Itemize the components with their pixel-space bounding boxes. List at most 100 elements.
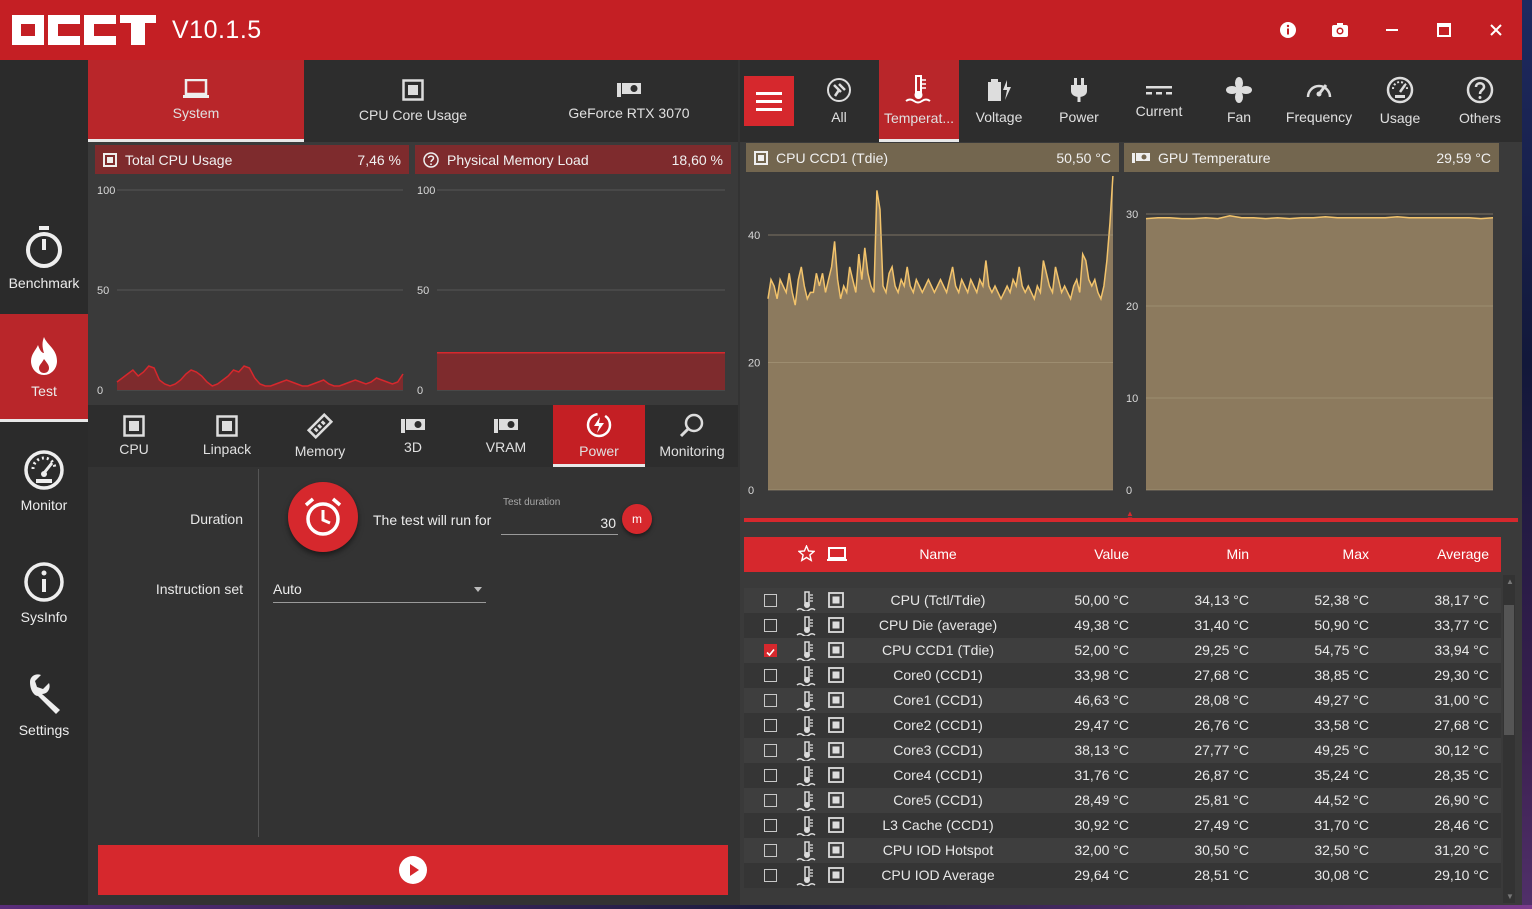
row-checkbox[interactable] [764, 719, 777, 732]
dc-current-icon [1146, 86, 1172, 95]
minimize-button[interactable] [1366, 0, 1418, 60]
tab-vram[interactable]: VRAM [460, 405, 552, 467]
tab-label: Fan [1226, 109, 1252, 125]
chip-icon[interactable] [828, 592, 844, 608]
tab-memory[interactable]: Memory [274, 405, 366, 467]
tab-temperature[interactable]: Temperat... [879, 60, 959, 142]
chip-icon[interactable] [828, 667, 844, 683]
row-checkbox[interactable] [764, 669, 777, 682]
memory-icon [307, 413, 333, 439]
sensor-average: 29,30 °C [1434, 667, 1489, 683]
nav-test[interactable]: Test [0, 314, 88, 422]
table-row[interactable]: L3 Cache (CCD1) 30,92 °C 27,49 °C 31,70 °C 2… [744, 813, 1501, 838]
row-checkbox[interactable] [764, 794, 777, 807]
chip-icon[interactable] [828, 792, 844, 808]
chip-icon[interactable] [828, 742, 844, 758]
table-row[interactable]: CPU IOD Average 29,64 °C 28,51 °C 30,08 °C 2… [744, 863, 1501, 888]
tab-frequency[interactable]: Frequency [1279, 60, 1359, 142]
table-row[interactable]: CPU Die (average) 49,38 °C 31,40 °C 50,90 °… [744, 613, 1501, 638]
thermometer-icon [796, 866, 816, 886]
tab-linpack[interactable]: Linpack [181, 405, 273, 467]
screenshot-button[interactable] [1314, 0, 1366, 60]
chevron-down-icon [474, 587, 482, 592]
splitter-handle-icon: ▲ ▼ [1126, 509, 1134, 524]
sensor-value: 30,92 °C [1074, 817, 1129, 833]
table-row[interactable]: CPU CCD1 (Tdie) 52,00 °C 29,25 °C 54,75 °C 3… [744, 638, 1501, 663]
menu-button[interactable] [744, 76, 794, 126]
tab-usage[interactable]: Usage [1360, 60, 1440, 142]
table-scrollbar[interactable]: ▲ ▼ [1503, 575, 1515, 903]
instruction-set-select[interactable]: Auto [273, 577, 486, 603]
tab-cpu[interactable]: CPU [88, 405, 180, 467]
table-row[interactable]: Core5 (CCD1) 28,49 °C 25,81 °C 44,52 °C 26,9… [744, 788, 1501, 813]
chip-icon[interactable] [828, 842, 844, 858]
duration-input[interactable]: 30 [501, 511, 618, 535]
tab-fan[interactable]: Fan [1199, 60, 1279, 142]
row-checkbox[interactable] [764, 594, 777, 607]
sensor-average: 31,20 °C [1434, 842, 1489, 858]
tab-3d[interactable]: 3D [367, 405, 459, 467]
nav-settings[interactable]: Settings [0, 651, 88, 759]
column-name[interactable]: Name [844, 546, 1032, 562]
table-row[interactable]: CPU (Tctl/Tdie) 50,00 °C 34,13 °C 52,38 °C 3… [744, 588, 1501, 613]
maximize-button[interactable] [1418, 0, 1470, 60]
row-checkbox[interactable] [764, 869, 777, 882]
thermometer-icon [796, 616, 816, 636]
column-min[interactable]: Min [1226, 546, 1249, 562]
tab-others[interactable]: Others [1440, 60, 1520, 142]
chip-icon[interactable] [828, 717, 844, 733]
row-checkbox[interactable] [764, 694, 777, 707]
table-row[interactable]: CPU IOD Hotspot 32,00 °C 30,50 °C 32,50 °C 3… [744, 838, 1501, 863]
column-max[interactable]: Max [1343, 546, 1369, 562]
sensor-max: 49,27 °C [1314, 692, 1369, 708]
nav-sysinfo[interactable]: SysInfo [0, 539, 88, 647]
sensor-average: 30,12 °C [1434, 742, 1489, 758]
info-button[interactable] [1262, 0, 1314, 60]
close-button[interactable] [1470, 0, 1522, 60]
row-checkbox[interactable] [764, 744, 777, 757]
tab-all[interactable]: All [799, 60, 879, 142]
tab-geforce-rtx-3070[interactable]: GeForce RTX 3070 [521, 60, 737, 142]
chart-title: GPU Temperature [1158, 149, 1271, 166]
row-checkbox[interactable] [764, 619, 777, 632]
table-row[interactable]: Core1 (CCD1) 46,63 °C 28,08 °C 49,27 °C 31,0… [744, 688, 1501, 713]
tab-label: All [831, 109, 847, 125]
duration-unit-button[interactable]: m [622, 504, 652, 534]
sensor-max: 35,24 °C [1314, 767, 1369, 783]
chip-icon[interactable] [828, 867, 844, 883]
column-value[interactable]: Value [1094, 546, 1129, 562]
table-row[interactable]: Core0 (CCD1) 33,98 °C 27,68 °C 38,85 °C 29,3… [744, 663, 1501, 688]
chip-icon[interactable] [828, 617, 844, 633]
tab-power[interactable]: Power [1039, 60, 1119, 142]
column-average[interactable]: Average [1437, 546, 1489, 562]
magnifier-icon [679, 413, 704, 438]
tab-power[interactable]: Power [553, 405, 645, 467]
nav-monitor[interactable]: Monitor [0, 427, 88, 535]
tab-voltage[interactable]: Voltage [959, 60, 1039, 142]
row-checkbox[interactable] [764, 644, 777, 657]
sensor-name: L3 Cache (CCD1) [882, 817, 994, 833]
table-row[interactable]: Core2 (CCD1) 29,47 °C 26,76 °C 33,58 °C 27,6… [744, 713, 1501, 738]
chip-icon[interactable] [828, 817, 844, 833]
tab-cpu-core-usage[interactable]: CPU Core Usage [305, 60, 521, 142]
sensor-average: 33,77 °C [1434, 617, 1489, 633]
scrollbar-thumb[interactable] [1504, 605, 1514, 735]
thermometer-icon [796, 641, 816, 661]
tab-current[interactable]: Current [1119, 60, 1199, 142]
chip-icon[interactable] [828, 767, 844, 783]
tab-monitoring[interactable]: Monitoring [646, 405, 738, 467]
chip-icon [754, 150, 768, 165]
chip-icon[interactable] [828, 692, 844, 708]
row-checkbox[interactable] [764, 844, 777, 857]
chip-icon[interactable] [828, 642, 844, 658]
start-test-button[interactable] [98, 845, 728, 895]
tab-system[interactable]: System [88, 60, 304, 142]
table-row[interactable]: Core3 (CCD1) 38,13 °C 27,77 °C 49,25 °C 30,1… [744, 738, 1501, 763]
close-icon [1490, 24, 1502, 36]
row-checkbox[interactable] [764, 769, 777, 782]
nav-benchmark[interactable]: Benchmark [0, 204, 88, 312]
favorite-star-icon[interactable] [797, 544, 816, 565]
row-checkbox[interactable] [764, 819, 777, 832]
duration-timer-button[interactable] [288, 482, 358, 552]
table-row[interactable]: Core4 (CCD1) 31,76 °C 26,87 °C 35,24 °C 28,3… [744, 763, 1501, 788]
